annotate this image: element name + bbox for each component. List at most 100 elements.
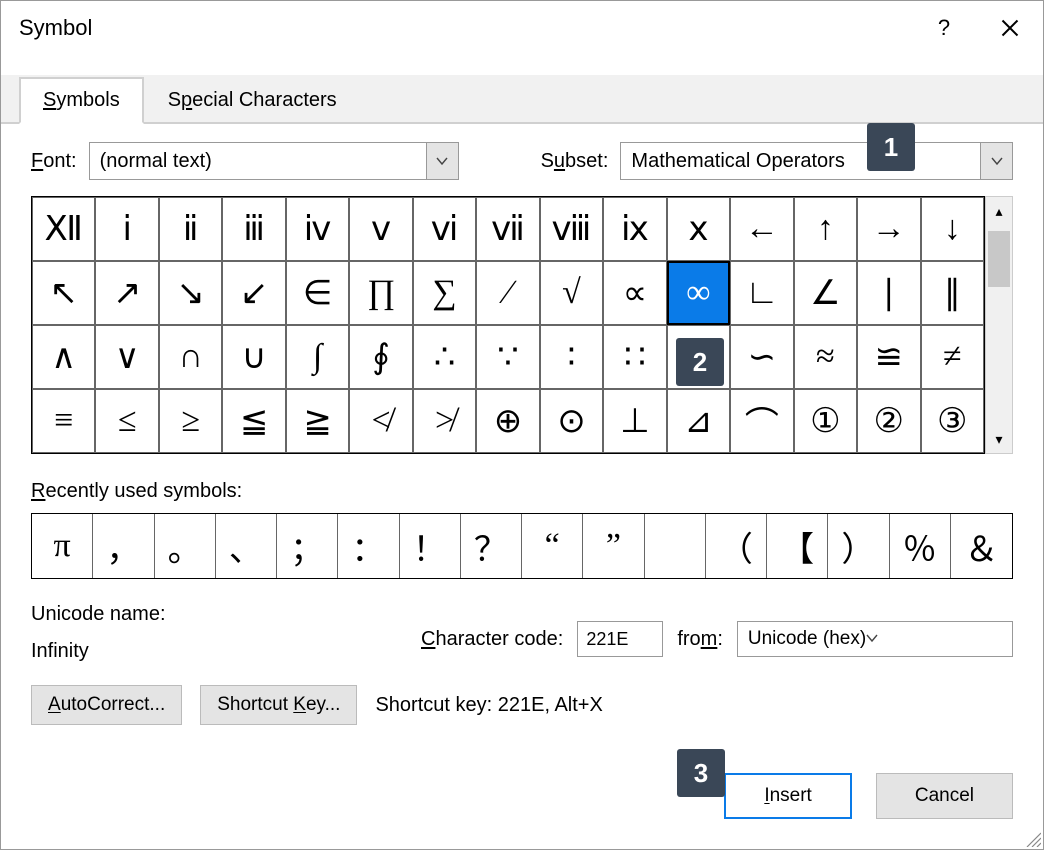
- symbol-cell[interactable]: ∠: [794, 261, 857, 325]
- recent-symbol-cell[interactable]: ”: [583, 514, 644, 578]
- symbol-cell[interactable]: ②: [857, 389, 920, 453]
- scroll-thumb[interactable]: [988, 231, 1010, 287]
- close-button[interactable]: [987, 11, 1033, 45]
- recent-symbol-cell[interactable]: ；: [277, 514, 338, 578]
- recent-symbol-cell[interactable]: （: [706, 514, 767, 578]
- font-select[interactable]: (normal text): [89, 142, 459, 180]
- recent-symbol-cell[interactable]: [645, 514, 706, 578]
- recent-symbol-cell[interactable]: ：: [338, 514, 399, 578]
- symbol-cell[interactable]: ≡: [32, 389, 95, 453]
- from-select[interactable]: Unicode (hex): [737, 621, 1013, 657]
- symbol-cell[interactable]: ∩: [159, 325, 222, 389]
- scroll-up-button[interactable]: ▴: [986, 197, 1012, 225]
- symbol-cell[interactable]: ⅳ: [286, 197, 349, 261]
- symbol-cell[interactable]: ∵: [476, 325, 539, 389]
- symbol-cell[interactable]: ⅵ: [413, 197, 476, 261]
- scroll-down-button[interactable]: ▾: [986, 425, 1012, 453]
- chevron-down-icon: [436, 155, 448, 167]
- symbol-cell[interactable]: ≦: [222, 389, 285, 453]
- symbol-cell[interactable]: ∴: [413, 325, 476, 389]
- symbol-cell[interactable]: ∥: [921, 261, 984, 325]
- subset-select[interactable]: Mathematical Operators: [620, 142, 1013, 180]
- recent-symbol-cell[interactable]: 【: [767, 514, 828, 578]
- symbol-cell[interactable]: ←: [730, 197, 793, 261]
- symbol-cell[interactable]: ⅹ: [667, 197, 730, 261]
- symbol-cell[interactable]: ≠: [921, 325, 984, 389]
- symbol-cell[interactable]: ∫: [286, 325, 349, 389]
- symbol-cell[interactable]: ⊙: [540, 389, 603, 453]
- recent-symbol-cell[interactable]: 、: [216, 514, 277, 578]
- symbol-cell[interactable]: ∮: [349, 325, 412, 389]
- symbol-cell[interactable]: ≮: [349, 389, 412, 453]
- charcode-input[interactable]: 221E: [577, 621, 663, 657]
- symbol-cell[interactable]: Ⅻ: [32, 197, 95, 261]
- recent-symbol-cell[interactable]: ！: [400, 514, 461, 578]
- symbol-cell[interactable]: →: [857, 197, 920, 261]
- recent-symbol-cell[interactable]: ）: [828, 514, 889, 578]
- subset-value: Mathematical Operators: [631, 150, 844, 173]
- symbol-cell[interactable]: ⊕: [476, 389, 539, 453]
- recent-symbol-cell[interactable]: ％: [890, 514, 951, 578]
- scroll-track[interactable]: [986, 225, 1012, 425]
- symbol-cell[interactable]: ⅰ: [95, 197, 158, 261]
- symbol-cell[interactable]: ↓: [921, 197, 984, 261]
- tabs: Symbols Special Characters: [1, 75, 1043, 124]
- symbol-cell[interactable]: ∟: [730, 261, 793, 325]
- symbol-cell[interactable]: ∕: [476, 261, 539, 325]
- shortcut-key-button[interactable]: Shortcut Key...: [200, 685, 357, 725]
- font-dropdown-button[interactable]: [426, 143, 458, 179]
- symbol-cell[interactable]: ↘: [159, 261, 222, 325]
- symbol-cell[interactable]: ≯: [413, 389, 476, 453]
- recent-symbol-cell[interactable]: 。: [155, 514, 216, 578]
- symbol-cell[interactable]: ≥: [159, 389, 222, 453]
- symbol-cell[interactable]: ⊿: [667, 389, 730, 453]
- symbol-cell[interactable]: ∣: [857, 261, 920, 325]
- symbol-cell[interactable]: ⅷ: [540, 197, 603, 261]
- symbol-cell[interactable]: ⌒: [730, 389, 793, 453]
- insert-button[interactable]: Insert: [724, 773, 852, 819]
- recent-symbol-cell[interactable]: “: [522, 514, 583, 578]
- symbol-cell[interactable]: ⅱ: [159, 197, 222, 261]
- help-button[interactable]: ?: [921, 11, 967, 45]
- recent-symbol-cell[interactable]: ＆: [951, 514, 1012, 578]
- symbol-cell[interactable]: ↙: [222, 261, 285, 325]
- symbol-cell[interactable]: ∞: [667, 261, 730, 325]
- symbol-cell[interactable]: ③: [921, 389, 984, 453]
- autocorrect-button[interactable]: AutoCorrect...: [31, 685, 182, 725]
- tab-special-characters[interactable]: Special Characters: [144, 77, 361, 124]
- symbol-cell[interactable]: ∑: [413, 261, 476, 325]
- symbol-cell[interactable]: ⅲ: [222, 197, 285, 261]
- symbol-cell[interactable]: ∏: [349, 261, 412, 325]
- tab-symbols[interactable]: Symbols: [19, 77, 144, 124]
- symbol-cell[interactable]: ∽: [730, 325, 793, 389]
- symbol-cell[interactable]: ∪: [222, 325, 285, 389]
- symbol-cell[interactable]: ∧: [32, 325, 95, 389]
- symbol-cell[interactable]: ≧: [286, 389, 349, 453]
- symbol-cell[interactable]: ↖: [32, 261, 95, 325]
- symbol-cell[interactable]: ⅴ: [349, 197, 412, 261]
- symbol-cell[interactable]: √: [540, 261, 603, 325]
- recent-symbol-cell[interactable]: ？: [461, 514, 522, 578]
- from-dropdown-button[interactable]: [866, 628, 878, 650]
- symbol-cell[interactable]: ↑: [794, 197, 857, 261]
- symbol-cell[interactable]: ∈: [286, 261, 349, 325]
- annotation-marker-1: 1: [867, 123, 915, 171]
- symbol-cell[interactable]: ∨: [95, 325, 158, 389]
- symbol-cell[interactable]: ⊥: [603, 389, 666, 453]
- recent-symbol-cell[interactable]: ，: [93, 514, 154, 578]
- cancel-button[interactable]: Cancel: [876, 773, 1013, 819]
- symbol-cell[interactable]: ≈: [794, 325, 857, 389]
- symbol-cell[interactable]: ⅶ: [476, 197, 539, 261]
- symbol-cell[interactable]: ①: [794, 389, 857, 453]
- symbol-cell[interactable]: ≤: [95, 389, 158, 453]
- subset-dropdown-button[interactable]: [980, 143, 1012, 179]
- symbol-cell[interactable]: ∝: [603, 261, 666, 325]
- symbol-cell[interactable]: ↗: [95, 261, 158, 325]
- symbol-cell[interactable]: ∷: [603, 325, 666, 389]
- recent-symbol-cell[interactable]: π: [32, 514, 93, 578]
- resize-grip[interactable]: [1023, 829, 1041, 847]
- symbol-cell[interactable]: ≌: [857, 325, 920, 389]
- symbol-cell[interactable]: ∶: [540, 325, 603, 389]
- symbol-cell[interactable]: ⅸ: [603, 197, 666, 261]
- grid-scrollbar[interactable]: ▴ ▾: [985, 196, 1013, 454]
